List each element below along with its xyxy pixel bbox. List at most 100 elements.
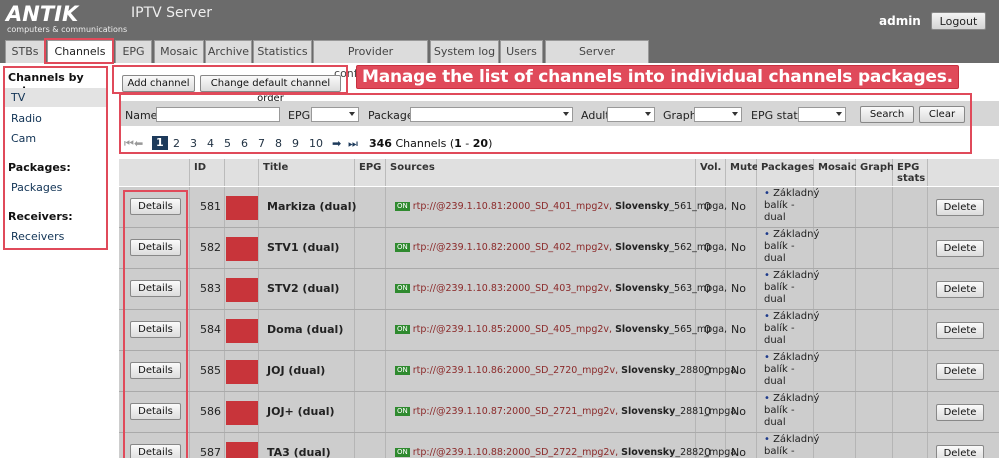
tab-provider-configuration[interactable]: Provider configuration <box>313 40 428 80</box>
tab-channels[interactable]: Channels <box>47 40 113 64</box>
sidebar-item-receivers[interactable]: Receivers <box>5 227 106 246</box>
table-row: Details 581 Markiza (dual) ON rtp://@239.… <box>119 187 999 228</box>
sidebar: Channels by category: TV Radio Cam Packa… <box>3 66 108 250</box>
bullet-icon: • <box>764 188 774 199</box>
adult-filter-select[interactable] <box>607 107 655 122</box>
channel-sources: ON rtp://@239.1.10.87:2000_SD_2721_mpg2v,… <box>395 406 739 417</box>
package-line-2: balík - <box>764 241 795 252</box>
graph-filter-select[interactable] <box>694 107 742 122</box>
sidebar-item-packages[interactable]: Packages <box>5 178 106 197</box>
page-number[interactable]: 7 <box>258 137 265 150</box>
table-row: Details 585 JOJ (dual) ON rtp://@239.1.10… <box>119 351 999 392</box>
first-page-icon[interactable]: ⏮ <box>124 137 134 151</box>
channel-volume: 0 <box>704 405 711 418</box>
page-number[interactable]: 3 <box>190 137 197 150</box>
source-url[interactable]: rtp://@239.1.10.85:2000 <box>413 324 531 335</box>
package-filter-select[interactable] <box>410 107 573 122</box>
cell-divider <box>385 187 386 227</box>
tab-archive[interactable]: Archive <box>205 40 252 63</box>
epg-stats-filter-select[interactable] <box>798 107 846 122</box>
sidebar-item-radio[interactable]: Radio <box>5 109 106 128</box>
cell-divider <box>385 351 386 391</box>
cell-divider <box>189 351 190 391</box>
tab-statistics[interactable]: Statistics <box>253 40 312 63</box>
channel-id: 585 <box>200 364 221 377</box>
header-graph: Graph <box>856 159 894 186</box>
header-mosaic: Mosaic <box>814 159 857 186</box>
name-filter-input[interactable] <box>156 107 280 122</box>
epg-filter-select[interactable] <box>311 107 359 122</box>
cell-divider <box>756 228 757 268</box>
tab-users[interactable]: Users <box>500 40 543 63</box>
channel-total: 346 <box>369 137 392 150</box>
cell-divider <box>385 269 386 309</box>
source-lang: Slovensky <box>615 201 670 212</box>
source-url-tail: _SD_2720_mpg2v, <box>530 365 619 376</box>
page-number-current[interactable]: 1 <box>152 136 168 150</box>
sidebar-item-tv[interactable]: TV <box>5 88 106 107</box>
page-number[interactable]: 5 <box>224 137 231 150</box>
tab-server-configuration[interactable]: Server configuration <box>545 40 649 80</box>
packages-heading: Packages: <box>8 161 71 174</box>
prev-page-icon[interactable]: ⬅ <box>134 137 143 150</box>
tab-epg[interactable]: EPG <box>115 40 152 63</box>
next-page-icon[interactable]: ➡ <box>332 137 341 150</box>
delete-button[interactable]: Delete <box>936 363 984 380</box>
channel-package: • Základnýbalík -dual <box>764 311 822 347</box>
source-url[interactable]: rtp://@239.1.10.82:2000 <box>413 242 531 253</box>
last-page-icon[interactable]: ⏭ <box>348 137 358 151</box>
source-url[interactable]: rtp://@239.1.10.87:2000 <box>413 406 531 417</box>
cell-divider <box>354 269 355 309</box>
source-url[interactable]: rtp://@239.1.10.83:2000 <box>413 283 531 294</box>
sidebar-item-cam[interactable]: Cam <box>5 129 106 148</box>
logo-subtitle: computers & communications <box>7 25 128 34</box>
bullet-icon: • <box>764 434 774 445</box>
header-id: ID <box>190 159 225 186</box>
delete-button[interactable]: Delete <box>936 445 984 458</box>
cell-divider <box>385 392 386 432</box>
tab-stbs[interactable]: STBs <box>5 40 45 63</box>
package-line-3: dual <box>764 417 786 428</box>
page-number[interactable]: 9 <box>292 137 299 150</box>
header-details <box>119 159 190 186</box>
page-number[interactable]: 6 <box>241 137 248 150</box>
source-url[interactable]: rtp://@239.1.10.86:2000 <box>413 365 531 376</box>
clear-button[interactable]: Clear <box>919 106 965 123</box>
change-order-button[interactable]: Change default channel order <box>200 75 341 104</box>
cell-divider <box>258 392 259 432</box>
tab-mosaic[interactable]: Mosaic <box>154 40 204 63</box>
range-sep: - <box>461 137 473 150</box>
package-line-1: Základný <box>773 393 820 404</box>
channel-volume: 0 <box>704 323 711 336</box>
page-number[interactable]: 2 <box>173 137 180 150</box>
delete-button[interactable]: Delete <box>936 240 984 257</box>
logout-button[interactable]: Logout <box>931 12 986 30</box>
current-user: admin <box>879 14 921 28</box>
source-status-badge: ON <box>395 448 410 457</box>
search-button[interactable]: Search <box>860 106 914 123</box>
source-url[interactable]: rtp://@239.1.10.88:2000 <box>413 447 531 458</box>
add-channel-button[interactable]: Add channel <box>122 75 195 92</box>
page-number[interactable]: 8 <box>275 137 282 150</box>
page-number[interactable]: 10 <box>309 137 323 150</box>
delete-button[interactable]: Delete <box>936 404 984 421</box>
source-url[interactable]: rtp://@239.1.10.81:2000 <box>413 201 531 212</box>
cell-divider <box>855 187 856 227</box>
package-line-1: Základný <box>773 311 820 322</box>
delete-button[interactable]: Delete <box>936 322 984 339</box>
tab-system-log[interactable]: System log <box>430 40 499 63</box>
delete-button[interactable]: Delete <box>936 199 984 216</box>
page-number[interactable]: 4 <box>207 137 214 150</box>
source-status-badge: ON <box>395 366 410 375</box>
channel-sources: ON rtp://@239.1.10.86:2000_SD_2720_mpg2v,… <box>395 365 739 376</box>
cell-divider <box>855 392 856 432</box>
bullet-icon: • <box>764 270 774 281</box>
cell-divider <box>385 310 386 350</box>
channel-package: • Základnýbalík -dual <box>764 229 822 265</box>
channel-sources: ON rtp://@239.1.10.82:2000_SD_402_mpg2v, … <box>395 242 727 253</box>
cell-divider <box>189 228 190 268</box>
receivers-heading: Receivers: <box>8 210 73 223</box>
delete-button[interactable]: Delete <box>936 281 984 298</box>
source-status-badge: ON <box>395 407 410 416</box>
cell-divider <box>855 351 856 391</box>
